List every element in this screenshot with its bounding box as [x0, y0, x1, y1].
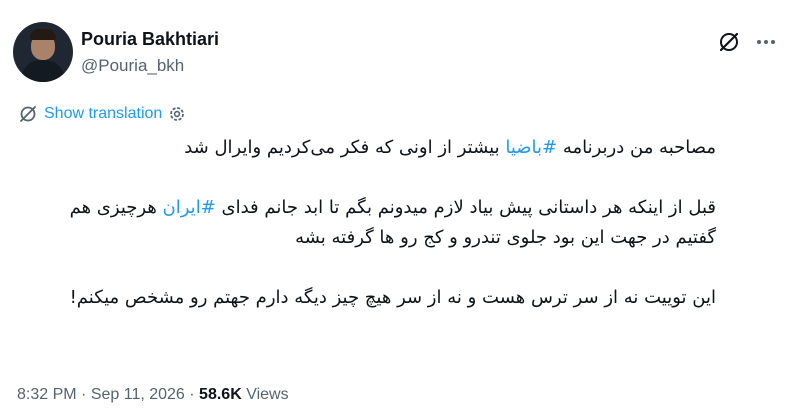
translation-row: Show translation	[17, 102, 187, 126]
hashtag-link[interactable]: #ایران	[163, 197, 216, 218]
meta-separator: ·	[184, 386, 200, 403]
tweet-text-segment: بیشتر از اونی که فکر می‌کردیم وایرال شد	[184, 137, 506, 158]
tweet-paragraph-3: این توییت نه از سر ترس هست و نه از سر هی…	[69, 287, 716, 308]
gear-icon[interactable]	[167, 104, 187, 124]
avatar-body	[21, 60, 65, 82]
show-translation-link[interactable]: Show translation	[44, 105, 162, 123]
avatar[interactable]	[13, 22, 73, 82]
author-name[interactable]: Pouria Bakhtiari	[81, 29, 219, 50]
hashtag-link[interactable]: #باضیا	[505, 137, 557, 158]
tweet-line-1: مصاحبه من دربرنامه #باضیا بیشتر از اونی …	[60, 133, 716, 163]
meta-separator: ·	[76, 386, 91, 403]
tweet-meta: 8:32 PM · Sep 11, 2026 · 58.6K Views	[17, 386, 289, 404]
tweet-card: Pouria Bakhtiari @Pouria_bkh Show transl…	[0, 0, 800, 414]
tweet-text-segment: قبل از اینکه هر داستانی پیش بیاد لازم می…	[215, 197, 717, 218]
views-count: 58.6K	[199, 386, 242, 403]
author-handle[interactable]: @Pouria_bkh	[81, 56, 184, 76]
tweet-paragraph-2: قبل از اینکه هر داستانی پیش بیاد لازم می…	[60, 193, 716, 253]
translate-icon	[20, 106, 36, 122]
grok-icon[interactable]	[716, 29, 742, 55]
tweet-text-segment: مصاحبه من دربرنامه	[557, 137, 716, 158]
more-icon[interactable]	[753, 29, 779, 55]
tweet-date[interactable]: Sep 11, 2026	[91, 386, 185, 403]
avatar-hair	[30, 29, 56, 40]
tweet-text: مصاحبه من دربرنامه #باضیا بیشتر از اونی …	[60, 133, 716, 313]
tweet-time[interactable]: 8:32 PM	[17, 386, 77, 403]
views-label: Views	[241, 386, 289, 403]
